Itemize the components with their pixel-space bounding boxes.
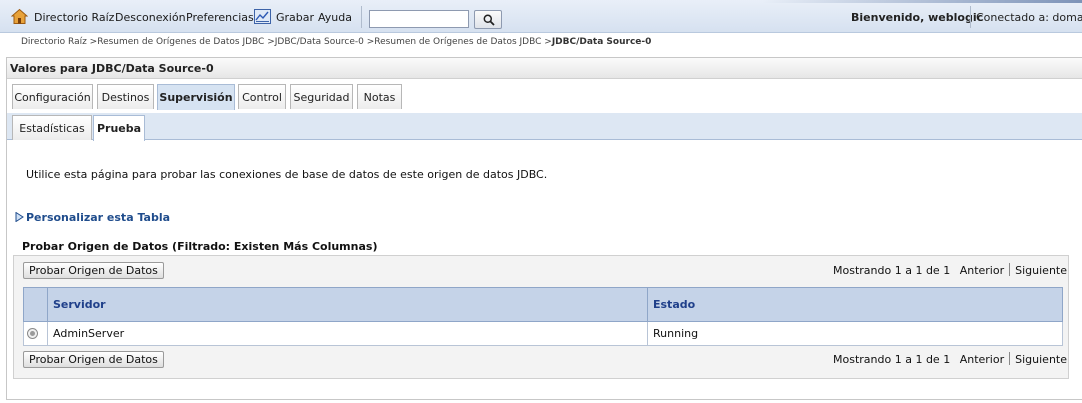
pager-divider: [1009, 352, 1011, 365]
tab-control[interactable]: Control: [238, 84, 286, 109]
search-button[interactable]: [474, 10, 502, 29]
pager-top: Mostrando 1 a 1 de 1 Anterior Siguiente: [833, 263, 1067, 277]
tab-configuracion[interactable]: Configuración: [12, 84, 93, 109]
pager-prev[interactable]: Anterior: [960, 353, 1004, 366]
test-datasource-button-top[interactable]: Probar Origen de Datos: [23, 262, 164, 279]
customize-table-link[interactable]: Personalizar esta Tabla: [15, 211, 170, 224]
pager-text: Mostrando 1 a 1 de 1: [833, 264, 951, 277]
logout-link[interactable]: Desconexión: [115, 11, 186, 24]
tab-destinos[interactable]: Destinos: [97, 84, 154, 109]
row-select-cell: [23, 321, 48, 346]
subtab-prueba[interactable]: Prueba: [93, 115, 145, 141]
home-icon[interactable]: [11, 8, 28, 25]
column-header-estado[interactable]: Estado: [647, 287, 1063, 322]
top-toolbar: Directorio Raíz Desconexión Preferencias…: [0, 0, 1082, 33]
home-link[interactable]: Directorio Raíz: [34, 11, 114, 24]
customize-table-label: Personalizar esta Tabla: [26, 211, 171, 224]
row-radio-button[interactable]: [27, 328, 38, 339]
content-panel: Valores para JDBC/Data Source-0 Configur…: [6, 57, 1082, 400]
table-container: Probar Origen de Datos Mostrando 1 a 1 d…: [13, 255, 1069, 379]
cell-server: AdminServer: [47, 321, 648, 346]
column-header-servidor[interactable]: Servidor: [47, 287, 648, 322]
help-link[interactable]: Ayuda: [318, 11, 352, 24]
pager-text: Mostrando 1 a 1 de 1: [833, 353, 951, 366]
page-description: Utilice esta página para probar las cone…: [26, 168, 548, 181]
panel-title: Valores para JDBC/Data Source-0: [7, 58, 1082, 79]
breadcrumb-path[interactable]: Directorio Raíz >Resumen de Orígenes de …: [21, 37, 552, 47]
subtab-estadisticas[interactable]: Estadísticas: [12, 115, 92, 140]
pager-bottom: Mostrando 1 a 1 de 1 Anterior Siguiente: [833, 352, 1067, 366]
toolbar-divider: [361, 6, 362, 28]
tab-seguridad[interactable]: Seguridad: [290, 84, 353, 109]
pager-divider: [1009, 263, 1011, 276]
table-row: AdminServer Running: [23, 321, 1063, 346]
pager-next[interactable]: Siguiente: [1015, 353, 1067, 366]
search-input[interactable]: [369, 10, 469, 28]
cell-status: Running: [647, 321, 1063, 346]
record-link[interactable]: Grabar: [276, 11, 314, 24]
table-title: Probar Origen de Datos (Filtrado: Existe…: [22, 240, 378, 253]
pager-next[interactable]: Siguiente: [1015, 264, 1067, 277]
record-icon[interactable]: [254, 9, 271, 24]
breadcrumb-current: JDBC/Data Source-0: [551, 37, 652, 47]
expand-triangle-icon: [15, 211, 24, 223]
tab-notas[interactable]: Notas: [357, 84, 402, 109]
tab-supervision[interactable]: Supervisión: [157, 84, 235, 110]
toolbar-accent: [762, 0, 1082, 3]
pager-prev[interactable]: Anterior: [960, 264, 1004, 277]
test-datasource-button-bottom[interactable]: Probar Origen de Datos: [23, 351, 164, 368]
breadcrumb: Directorio Raíz >Resumen de Orígenes de …: [21, 37, 651, 47]
table-header-row: Servidor Estado: [23, 287, 1063, 322]
connected-text: Conectado a: domain: [976, 11, 1082, 24]
preferences-link[interactable]: Preferencias: [186, 11, 254, 24]
search-icon: [483, 14, 495, 26]
datasource-table: Servidor Estado AdminServer Running: [23, 287, 1063, 346]
welcome-text: Bienvenido, weblogic: [851, 11, 984, 24]
select-column-header: [23, 287, 48, 322]
subtab-band: [7, 113, 1082, 140]
toolbar-divider: [970, 6, 971, 28]
